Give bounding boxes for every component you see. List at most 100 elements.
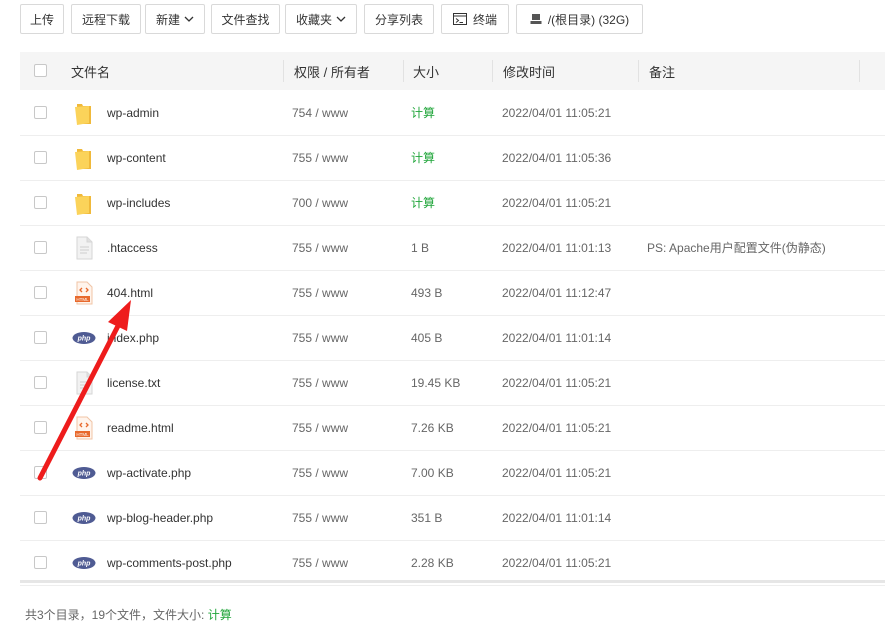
calculate-size-link[interactable]: 计算 — [411, 90, 435, 135]
modified-time: 2022/04/01 11:05:21 — [502, 375, 612, 390]
new-label: 新建 — [155, 12, 180, 27]
svg-text:php: php — [77, 335, 92, 342]
file-size: 7.00 KB — [411, 465, 454, 480]
php-file-icon: php — [72, 557, 96, 569]
disk-label: /(根目录) (32G) — [547, 12, 630, 27]
php-file-icon: php — [72, 332, 96, 344]
file-name-link[interactable]: license.txt — [107, 360, 160, 405]
share-list-button[interactable]: 分享列表 — [364, 4, 434, 34]
column-divider — [492, 60, 493, 82]
permission-link[interactable]: 755 / www — [292, 540, 348, 585]
table-row[interactable]: wp-includes 700 / www 计算 2022/04/01 11:05:2… — [20, 180, 885, 226]
permission-link[interactable]: 755 / www — [292, 225, 348, 270]
remote-download-label: 远程下载 — [81, 12, 130, 27]
row-checkbox[interactable] — [34, 556, 47, 569]
file-size: 2.28 KB — [411, 555, 454, 570]
file-name-link[interactable]: 404.html — [107, 270, 153, 315]
permission-link[interactable]: 755 / www — [292, 135, 348, 180]
new-button[interactable]: 新建 — [145, 4, 205, 34]
row-checkbox[interactable] — [34, 331, 47, 344]
select-all-checkbox[interactable] — [34, 64, 47, 77]
table-row[interactable]: wp-content 755 / www 计算 2022/04/01 11:05:36 — [20, 135, 885, 181]
horizontal-scrollbar[interactable] — [20, 580, 885, 583]
header-filename[interactable]: 文件名 — [71, 52, 110, 90]
file-name-link[interactable]: index.php — [107, 315, 159, 360]
column-divider — [638, 60, 639, 82]
permission-link[interactable]: 700 / www — [292, 180, 348, 225]
table-row[interactable]: HTML readme.html 755 / www 7.26 KB 2022/04/0… — [20, 405, 885, 451]
table-header: 文件名 权限 / 所有者 大小 修改时间 备注 — [20, 52, 885, 90]
table-row[interactable]: .htaccess 755 / www 1 B 2022/04/01 11:01:13… — [20, 225, 885, 271]
calculate-size-link[interactable]: 计算 — [411, 180, 435, 225]
table-row[interactable]: HTML 404.html 755 / www 493 B 2022/04/01 11:… — [20, 270, 885, 316]
modified-time: 2022/04/01 11:01:14 — [502, 330, 612, 345]
row-checkbox[interactable] — [34, 376, 47, 389]
terminal-button[interactable]: 终端 — [441, 4, 509, 34]
column-divider — [859, 60, 860, 82]
file-name-link[interactable]: wp-includes — [107, 180, 170, 225]
table-row[interactable]: php wp-activate.php 755 / www 7.00 KB 2022/0… — [20, 450, 885, 496]
file-name-link[interactable]: wp-blog-header.php — [107, 495, 213, 540]
header-size[interactable]: 大小 — [413, 52, 439, 90]
header-note: 备注 — [649, 64, 676, 80]
modified-time: 2022/04/01 11:01:13 — [502, 240, 612, 255]
file-search-button[interactable]: 文件查找 — [211, 4, 280, 34]
row-checkbox[interactable] — [34, 106, 47, 119]
modified-time: 2022/04/01 11:05:36 — [502, 150, 612, 165]
column-divider — [403, 60, 404, 82]
modified-time: 2022/04/01 11:12:47 — [502, 285, 612, 300]
row-checkbox[interactable] — [34, 196, 47, 209]
permission-link[interactable]: 755 / www — [292, 450, 348, 495]
file-size: 7.26 KB — [411, 420, 454, 435]
upload-label: 上传 — [29, 12, 54, 27]
permission-link[interactable]: 755 / www — [292, 495, 348, 540]
row-checkbox[interactable] — [34, 466, 47, 479]
column-divider — [283, 60, 284, 82]
table-row[interactable]: php wp-blog-header.php 755 / www 351 B 2022/… — [20, 495, 885, 541]
permission-link[interactable]: 755 / www — [292, 405, 348, 450]
file-note[interactable]: PS: Apache用户配置文件(伪静态) — [647, 225, 826, 270]
table-row[interactable]: php index.php 755 / www 405 B 2022/04/01 11:… — [20, 315, 885, 361]
upload-button[interactable]: 上传 — [20, 4, 64, 34]
permission-link[interactable]: 754 / www — [292, 90, 348, 135]
row-checkbox[interactable] — [34, 511, 47, 524]
chevron-down-icon — [336, 16, 346, 22]
permission-link[interactable]: 755 / www — [292, 360, 348, 405]
php-file-icon: php — [72, 512, 96, 524]
header-modified-time[interactable]: 修改时间 — [503, 52, 555, 90]
file-name-link[interactable]: readme.html — [107, 405, 174, 450]
chevron-down-icon — [184, 16, 194, 22]
html-file-icon: HTML — [75, 281, 93, 305]
row-checkbox[interactable] — [34, 286, 47, 299]
share-list-label: 分享列表 — [374, 12, 423, 27]
file-name-link[interactable]: wp-comments-post.php — [107, 540, 232, 585]
file-search-label: 文件查找 — [221, 12, 270, 27]
svg-text:php: php — [77, 560, 92, 567]
remote-download-button[interactable]: 远程下载 — [71, 4, 141, 34]
row-checkbox[interactable] — [34, 151, 47, 164]
file-name-link[interactable]: wp-admin — [107, 90, 159, 135]
disk-button[interactable]: /(根目录) (32G) — [516, 4, 643, 34]
terminal-label: 终端 — [472, 12, 497, 27]
file-name-link[interactable]: wp-content — [107, 135, 166, 180]
header-permission[interactable]: 权限 / 所有者 — [294, 52, 370, 90]
file-name-link[interactable]: wp-activate.php — [107, 450, 191, 495]
file-size: 1 B — [411, 240, 430, 255]
file-size: 493 B — [411, 285, 443, 300]
modified-time: 2022/04/01 11:05:21 — [502, 420, 612, 435]
calculate-size-link[interactable]: 计算 — [208, 608, 232, 622]
favorites-button[interactable]: 收藏夹 — [285, 4, 357, 34]
favorites-label: 收藏夹 — [295, 12, 332, 27]
table-row[interactable]: license.txt 755 / www 19.45 KB 2022/04/01 1… — [20, 360, 885, 406]
row-checkbox[interactable] — [34, 421, 47, 434]
file-size: 351 B — [411, 510, 443, 525]
modified-time: 2022/04/01 11:05:21 — [502, 555, 612, 570]
row-checkbox[interactable] — [34, 241, 47, 254]
permission-link[interactable]: 755 / www — [292, 270, 348, 315]
permission-link[interactable]: 755 / www — [292, 315, 348, 360]
calculate-size-link[interactable]: 计算 — [411, 135, 435, 180]
terminal-icon — [452, 13, 467, 25]
table-row[interactable]: wp-admin 754 / www 计算 2022/04/01 11:05:21 — [20, 90, 885, 136]
file-name-link[interactable]: .htaccess — [107, 225, 158, 270]
php-file-icon: php — [72, 467, 96, 479]
